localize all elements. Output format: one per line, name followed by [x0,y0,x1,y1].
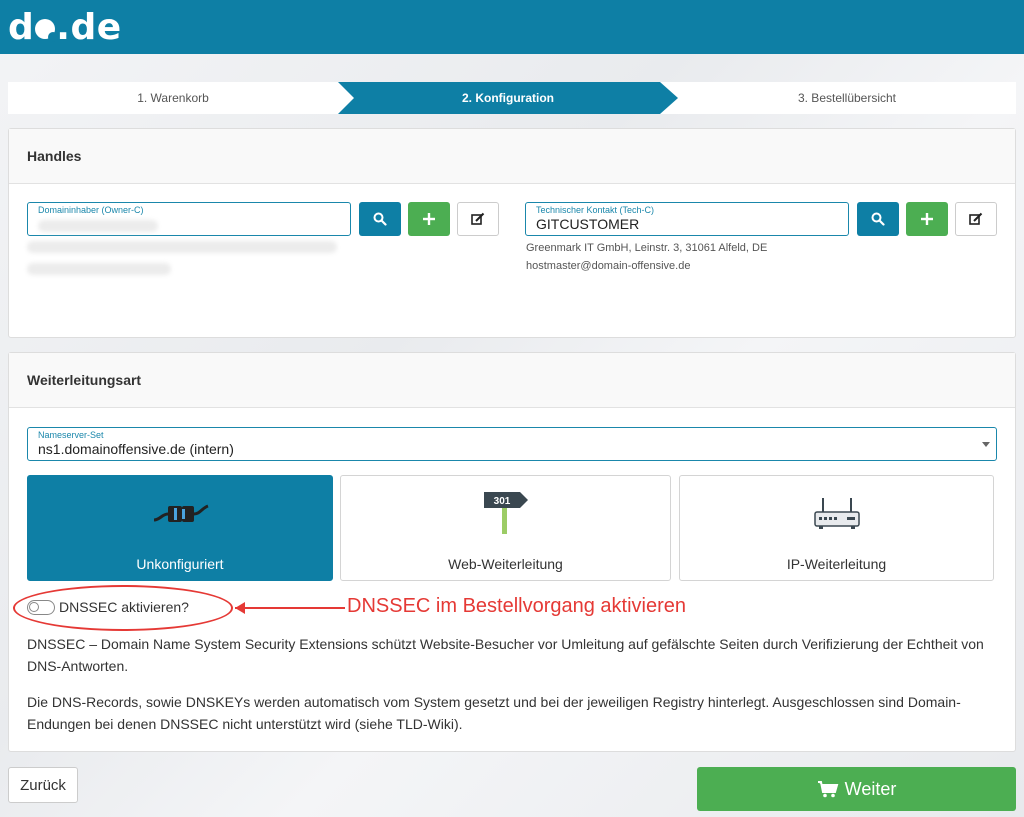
step-warenkorb[interactable]: 1. Warenkorb [8,82,338,114]
tech-add-button[interactable] [906,202,948,236]
option-unkonfiguriert[interactable]: Unkonfiguriert [27,475,333,581]
next-button[interactable]: Weiter [697,767,1016,811]
forwarding-title: Weiterleitungsart [9,353,1015,408]
back-button[interactable]: Zurück [8,767,78,803]
owner-field[interactable]: Domaininhaber (Owner-C) [27,202,351,236]
edit-icon [969,212,983,225]
step-bestelluebersicht[interactable]: 3. Bestellübersicht [678,82,1016,114]
logo[interactable]: d .de [8,7,122,48]
signpost-text: 301 [494,496,511,507]
tech-email: hostmaster@domain-offensive.de [526,260,691,272]
search-icon [871,212,885,226]
step-konfiguration[interactable]: 2. Konfiguration [338,82,678,114]
forwarding-card: Weiterleitungsart Nameserver-Set ns1.dom… [8,352,1016,752]
dnssec-details: Die DNS-Records, sowie DNSKEYs werden au… [27,694,961,732]
checkout-steps: 1. Warenkorb 2. Konfiguration 3. Bestell… [8,82,1016,114]
handles-title: Handles [9,129,1015,184]
nameserver-select[interactable]: Nameserver-Set ns1.domainoffensive.de (i… [27,427,997,461]
annotation-text: DNSSEC im Bestellvorgang aktivieren [347,595,687,617]
owner-address-redacted [27,241,337,253]
annotation-arrow [235,607,345,609]
next-label: Weiter [844,778,897,799]
tech-field-label: Technischer Kontakt (Tech-C) [536,205,655,215]
handles-card: Handles Domaininhaber (Owner-C) Technisc… [8,128,1016,338]
step-label: 3. Bestellübersicht [797,91,897,105]
dnssec-toggle[interactable] [27,599,55,615]
owner-field-label: Domaininhaber (Owner-C) [38,205,144,215]
tech-field[interactable]: Technischer Kontakt (Tech-C) GITCUSTOMER [525,202,849,236]
plug-icon [153,504,209,522]
nameserver-label: Nameserver-Set [38,430,104,440]
tech-edit-button[interactable] [955,202,997,236]
owner-add-button[interactable] [408,202,450,236]
step-label: 2. Konfiguration [462,91,554,105]
nameserver-value: ns1.domainoffensive.de (intern) [38,441,234,457]
owner-edit-button[interactable] [457,202,499,236]
owner-search-button[interactable] [359,202,401,236]
dnssec-description: DNSSEC – Domain Name System Security Ext… [27,636,984,674]
annotation-arrowhead [235,602,245,614]
option-label: Web-Weiterleitung [448,556,563,572]
step-label: 1. Warenkorb [137,91,209,105]
tech-field-value: GITCUSTOMER [536,216,640,232]
router-icon [814,498,860,529]
dnssec-label[interactable]: DNSSEC aktivieren? [59,599,189,615]
option-label: IP-Weiterleitung [786,556,887,572]
plus-icon [423,213,435,225]
cart-icon [817,781,838,798]
plus-icon [921,213,933,225]
top-bar: d .de [0,0,1024,54]
owner-email-redacted [27,263,171,275]
tech-search-button[interactable] [857,202,899,236]
option-label: Unkonfiguriert [136,556,224,572]
edit-icon [471,212,485,225]
option-ip-weiterleitung[interactable]: IP-Weiterleitung [679,475,994,581]
option-web-weiterleitung[interactable]: 301 Web-Weiterleitung [340,475,671,581]
tech-address: Greenmark IT GmbH, Leinstr. 3, 31061 Alf… [526,242,768,254]
search-icon [373,212,387,226]
signpost-301-icon: 301 [484,492,528,534]
chevron-down-icon [982,442,990,447]
dnssec-toggle-row: DNSSEC aktivieren? [27,599,189,615]
